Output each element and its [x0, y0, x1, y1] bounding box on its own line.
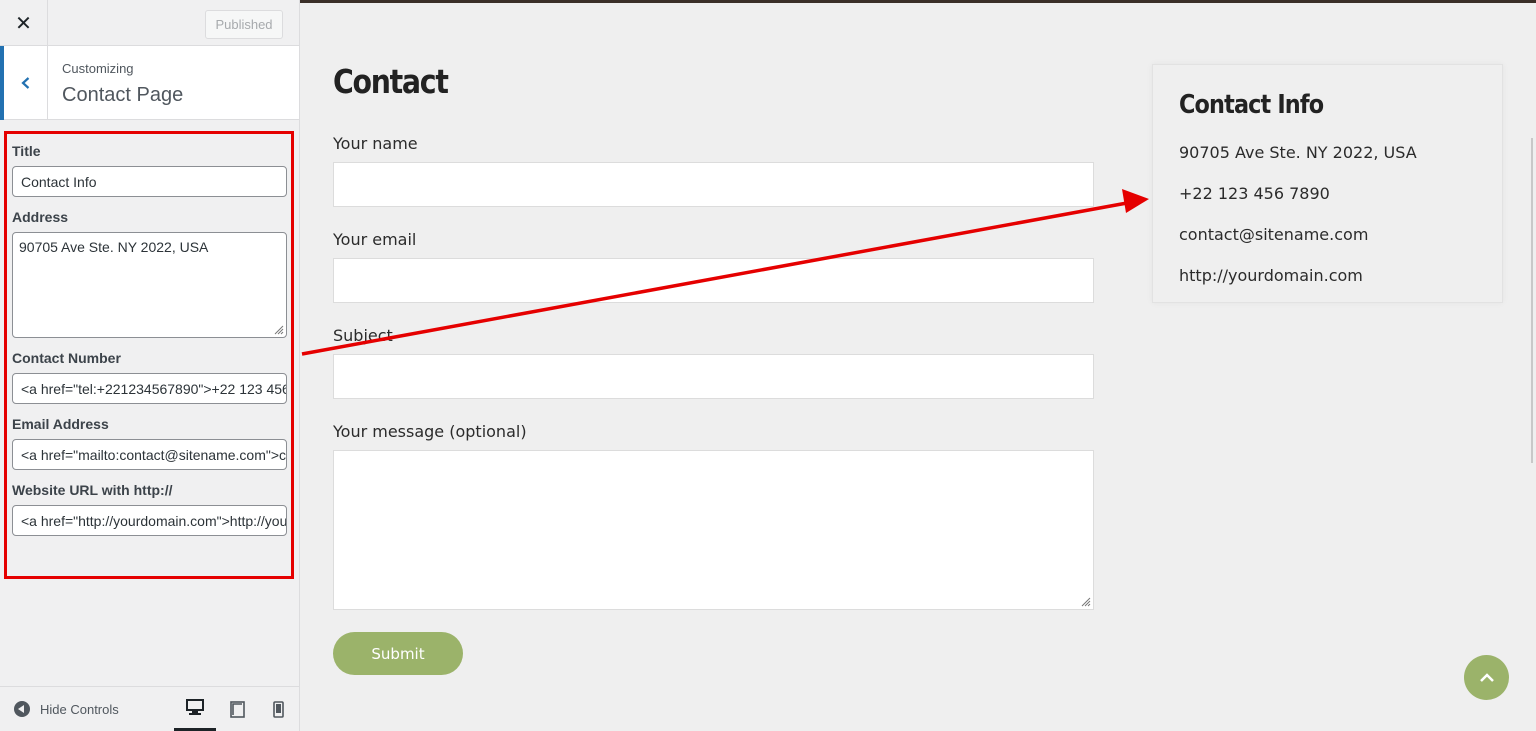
submit-button[interactable]: Submit: [333, 632, 463, 675]
name-input[interactable]: [333, 162, 1094, 207]
hero-image-edge: [300, 0, 1536, 3]
address-textarea[interactable]: 90705 Ave Ste. NY 2022, USA: [12, 232, 287, 338]
email-input[interactable]: [333, 258, 1094, 303]
title-input[interactable]: Contact Info: [12, 166, 287, 197]
back-button[interactable]: [0, 46, 48, 120]
scroll-to-top-button[interactable]: [1464, 655, 1509, 700]
collapse-arrow-icon: [14, 701, 30, 717]
contact-info-card: Contact Info 90705 Ave Ste. NY 2022, USA…: [1152, 64, 1503, 303]
message-textarea[interactable]: [333, 450, 1094, 610]
breadcrumb: Customizing: [62, 61, 134, 76]
page-title: Contact: [333, 62, 449, 101]
website-url-label: Website URL with http://: [12, 482, 173, 498]
contact-info-title: Contact Info: [1179, 90, 1324, 120]
resize-grip-icon[interactable]: [1079, 595, 1091, 607]
contact-number-input[interactable]: <a href="tel:+221234567890">+22 123 456 …: [12, 373, 287, 404]
section-title: Contact Page: [62, 84, 184, 106]
published-button[interactable]: Published: [205, 10, 283, 39]
customizer-footer: Hide Controls: [0, 686, 299, 731]
customizer-header-actions: ✕ Published: [0, 0, 299, 46]
hide-controls-button[interactable]: Hide Controls: [14, 701, 119, 717]
contact-email-link[interactable]: contact@sitename.com: [1179, 225, 1368, 244]
preview-scrollbar[interactable]: [1531, 138, 1533, 463]
chevron-left-icon: [20, 77, 29, 89]
name-label: Your name: [333, 134, 418, 153]
desktop-preview-button[interactable]: [174, 687, 216, 731]
email-label: Your email: [333, 230, 417, 249]
resize-grip-icon[interactable]: [272, 323, 284, 335]
subject-label: Subject: [333, 326, 393, 345]
hide-controls-label: Hide Controls: [40, 701, 119, 717]
address-label: Address: [12, 209, 69, 225]
section-header: Customizing Contact Page: [0, 46, 299, 120]
tablet-icon: [229, 701, 245, 718]
contact-controls-highlight: Title Contact Info Address 90705 Ave Ste…: [4, 131, 294, 579]
contact-website-link[interactable]: http://yourdomain.com: [1179, 266, 1363, 285]
title-label: Title: [12, 143, 41, 159]
contact-number-label: Contact Number: [12, 350, 121, 366]
close-icon[interactable]: ✕: [0, 0, 48, 46]
site-preview: Contact Your name Your email Subject You…: [300, 0, 1536, 731]
contact-phone-link[interactable]: +22 123 456 7890: [1179, 184, 1330, 203]
tablet-preview-button[interactable]: [216, 687, 258, 731]
email-address-label: Email Address: [12, 416, 109, 432]
website-url-input[interactable]: <a href="http://yourdomain.com">http://y…: [12, 505, 287, 536]
chevron-up-icon: [1479, 672, 1494, 682]
email-address-input[interactable]: <a href="mailto:contact@sitename.com">co…: [12, 439, 287, 470]
mobile-preview-button[interactable]: [257, 687, 299, 731]
desktop-icon: [186, 699, 204, 715]
message-label: Your message (optional): [333, 422, 527, 441]
contact-address: 90705 Ave Ste. NY 2022, USA: [1179, 143, 1417, 162]
customizer-sidebar: ✕ Published Customizing Contact Page Tit…: [0, 0, 300, 731]
mobile-icon: [272, 701, 284, 718]
subject-input[interactable]: [333, 354, 1094, 399]
address-text: 90705 Ave Ste. NY 2022, USA: [19, 239, 209, 255]
